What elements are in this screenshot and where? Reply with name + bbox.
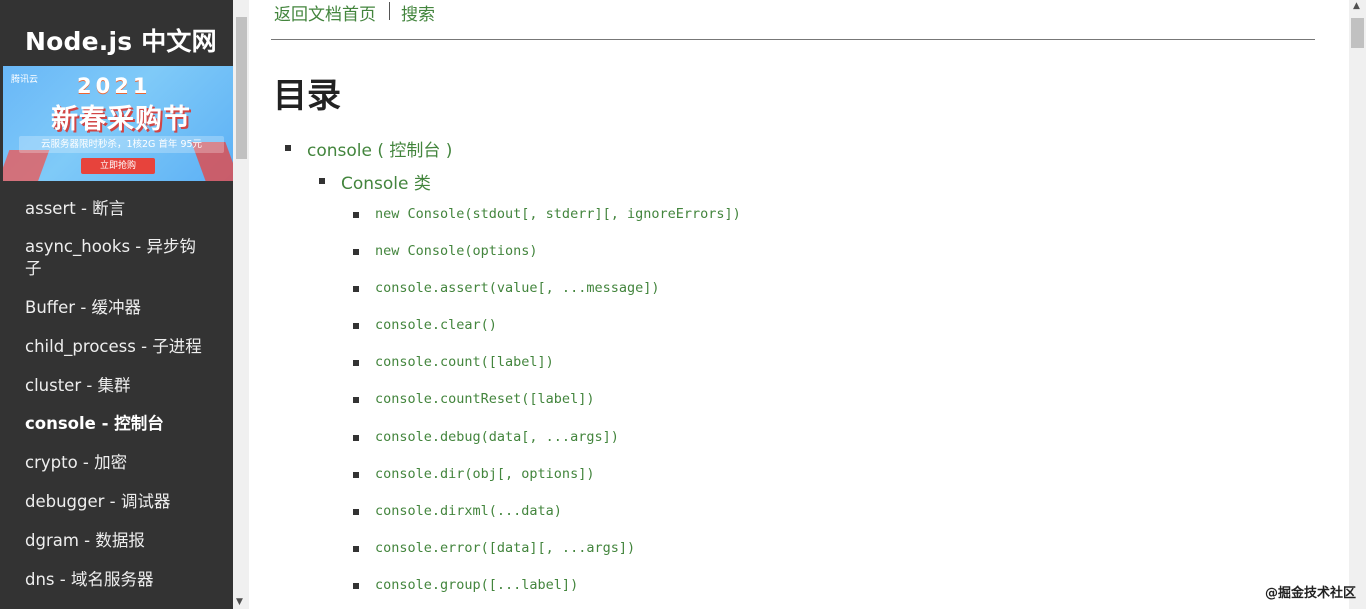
banner-subtitle: 云服务器限时秒杀，1核2G 首年 95元: [19, 136, 224, 153]
sidebar-item-dns[interactable]: dns - 域名服务器: [0, 569, 178, 591]
bullet-icon: [353, 397, 359, 403]
bullet-icon: [353, 546, 359, 552]
sidebar: Node.js 中文网 腾讯云 2021 新春采购节 云服务器限时秒杀，1核2G…: [0, 0, 233, 609]
back-to-docs-link[interactable]: 返回文档首页: [274, 0, 376, 25]
nav-divider: [389, 2, 390, 20]
sidebar-scrollbar[interactable]: ▼: [233, 0, 249, 609]
bullet-icon: [353, 509, 359, 515]
toc-link-item[interactable]: new Console(stdout[, stderr][, ignoreErr…: [375, 206, 741, 222]
sidebar-item-child-process[interactable]: child_process - 子进程: [0, 336, 227, 358]
page-scrollbar-thumb[interactable]: [1351, 18, 1364, 48]
toc-link-item[interactable]: console.clear(): [375, 317, 497, 333]
header-divider: [271, 39, 1315, 40]
sidebar-item-cluster[interactable]: cluster - 集群: [0, 375, 156, 397]
toc-link-item[interactable]: console.count([label]): [375, 354, 554, 370]
toc-link-item[interactable]: new Console(options): [375, 243, 538, 259]
banner-year: 2021: [77, 74, 152, 98]
bullet-icon: [319, 178, 325, 184]
toc-link-item[interactable]: console.countReset([label]): [375, 391, 594, 407]
bullet-icon: [353, 435, 359, 441]
bullet-icon: [353, 249, 359, 255]
cloud-logo: 腾讯云: [11, 75, 39, 85]
sidebar-item-crypto[interactable]: crypto - 加密: [0, 452, 152, 474]
sidebar-item-assert[interactable]: assert - 断言: [0, 198, 150, 220]
sidebar-scrollbar-thumb[interactable]: [236, 17, 247, 159]
toc-link-item[interactable]: console.group([...label]): [375, 577, 578, 593]
sidebar-item-dgram[interactable]: dgram - 数据报: [0, 530, 170, 552]
page-scrollbar[interactable]: ▲: [1349, 0, 1366, 609]
sidebar-item-console[interactable]: console - 控制台: [0, 413, 189, 435]
toc-link-item[interactable]: console.error([data][, ...args]): [375, 540, 635, 556]
promo-banner[interactable]: 腾讯云 2021 新春采购节 云服务器限时秒杀，1核2G 首年 95元 立即抢购: [3, 66, 233, 181]
bullet-icon: [353, 286, 359, 292]
scroll-up-arrow-icon[interactable]: ▲: [1353, 1, 1360, 11]
sidebar-item-buffer[interactable]: Buffer - 缓冲器: [0, 297, 166, 319]
bullet-icon: [353, 472, 359, 478]
toc-link-item[interactable]: console.dir(obj[, options]): [375, 466, 594, 482]
bullet-icon: [285, 145, 291, 151]
toc-link-console-class[interactable]: Console 类: [341, 169, 431, 194]
scroll-down-arrow-icon[interactable]: ▼: [236, 597, 243, 607]
banner-title: 新春采购节: [51, 104, 191, 135]
toc-link-item[interactable]: console.dirxml(...data): [375, 503, 562, 519]
toc-title: 目录: [273, 76, 341, 116]
toc-link-item[interactable]: console.assert(value[, ...message]): [375, 280, 659, 296]
banner-buy-button[interactable]: 立即抢购: [81, 158, 155, 174]
search-link[interactable]: 搜索: [401, 0, 435, 25]
bullet-icon: [353, 360, 359, 366]
sidebar-item-debugger[interactable]: debugger - 调试器: [0, 491, 195, 513]
bullet-icon: [353, 212, 359, 218]
bullet-icon: [353, 323, 359, 329]
bullet-icon: [353, 583, 359, 589]
watermark: @掘金技术社区: [1264, 586, 1356, 601]
toc-link-item[interactable]: console.debug(data[, ...args]): [375, 429, 619, 445]
sidebar-item-async-hooks[interactable]: async_hooks - 异步钩子: [0, 236, 233, 280]
banner-decoration: [3, 150, 50, 181]
site-brand[interactable]: Node.js 中文网: [25, 22, 217, 58]
toc-link-console[interactable]: console ( 控制台 ): [307, 136, 452, 161]
